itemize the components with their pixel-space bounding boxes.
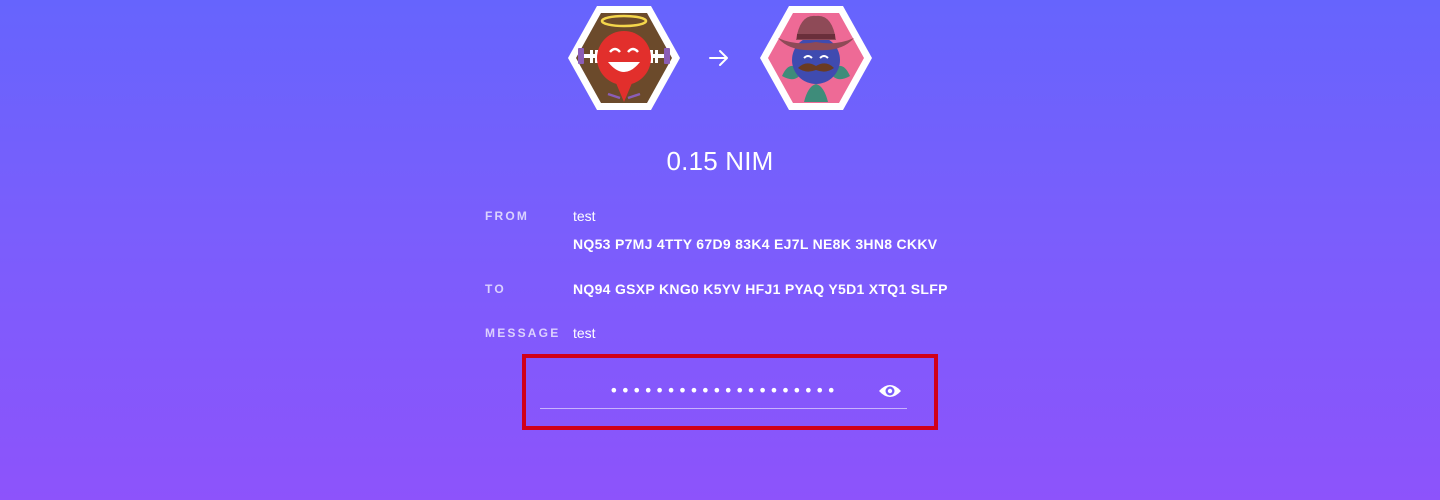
eye-icon[interactable] [878, 382, 902, 400]
from-account-name: test [573, 208, 596, 224]
arrow-right-icon [707, 48, 731, 68]
message-label: MESSAGE [485, 326, 561, 340]
from-address: NQ53 P7MJ 4TTY 67D9 83K4 EJ7L NE8K 3HN8 … [573, 236, 938, 252]
message-text: test [573, 325, 596, 341]
transaction-amount: 0.15 NIM [666, 146, 774, 176]
password-field-container [522, 354, 938, 430]
to-label: TO [485, 282, 506, 296]
password-input[interactable] [540, 372, 907, 409]
identicon-row [0, 2, 1440, 114]
sender-identicon [564, 2, 684, 114]
to-address: NQ94 GSXP KNG0 K5YV HFJ1 PYAQ Y5D1 XTQ1 … [573, 281, 948, 297]
from-label: FROM [485, 209, 530, 223]
recipient-identicon [756, 2, 876, 114]
